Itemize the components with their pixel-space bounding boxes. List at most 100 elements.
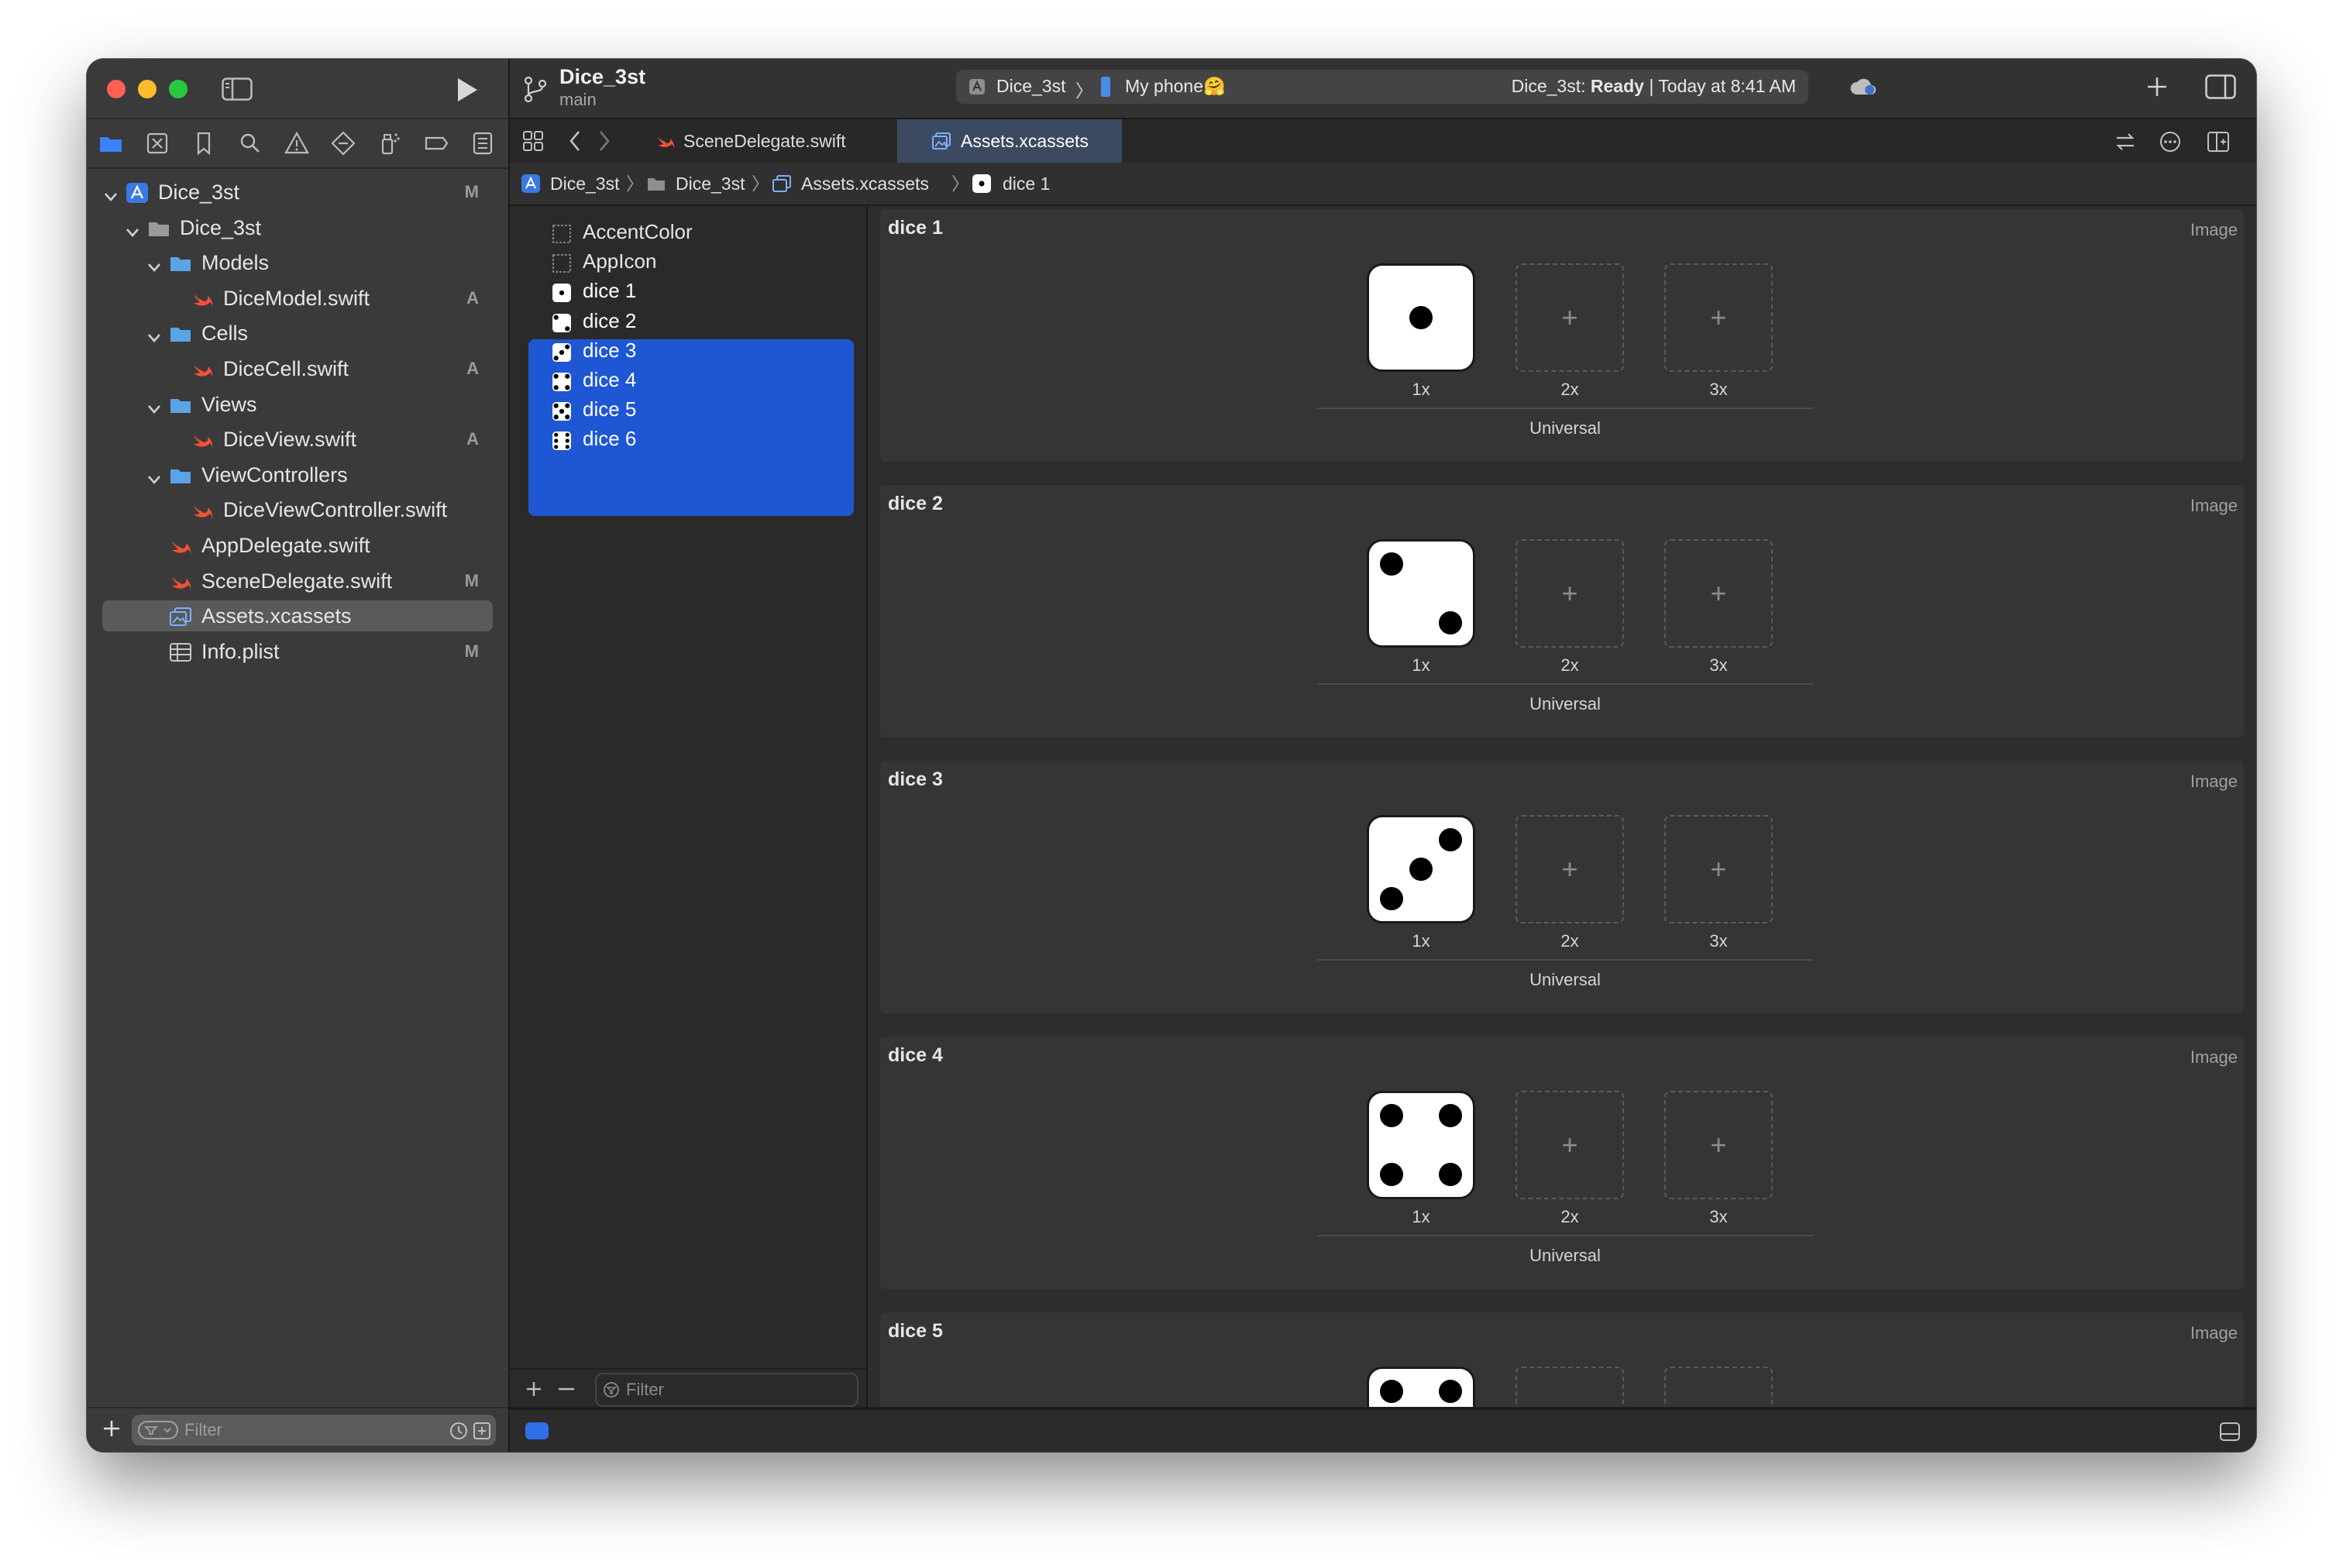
tab-scenedelegate[interactable]: SceneDelegate.swift (626, 119, 896, 163)
project-icon (126, 181, 149, 203)
sidebar-toggle-icon[interactable] (222, 77, 253, 101)
xcode-window: Dice_3st M Dice_3st Models DiceModel.swift A C… (87, 59, 2256, 1452)
tree-item[interactable]: DiceView.swift A (102, 424, 493, 455)
tree-item[interactable]: Info.plist M (102, 636, 493, 667)
report-icon[interactable] (470, 130, 496, 156)
issue-warning-icon[interactable] (284, 130, 310, 156)
asset-list-item[interactable]: dice 3 (528, 335, 854, 365)
scheme-selector[interactable]: Dice_3st (996, 76, 1065, 97)
minimize-window-button[interactable] (138, 80, 157, 98)
source-control-icon[interactable] (144, 130, 170, 156)
image-set[interactable]: dice 4 Image 1x +2x +3x Universal (880, 1037, 2244, 1289)
disclosure-chevron-icon[interactable] (102, 183, 119, 201)
tree-item[interactable]: ViewControllers (102, 459, 493, 490)
asset-list-item[interactable]: dice 2 (528, 306, 854, 335)
asset-filter-placeholder: Filter (626, 1380, 664, 1399)
idiom-divider (1317, 959, 1813, 961)
asset-list-item[interactable]: dice 1 (528, 276, 854, 305)
zoom-window-button[interactable] (169, 80, 188, 98)
tree-item[interactable]: Cells (102, 318, 493, 349)
debug-area-indicator[interactable] (525, 1422, 549, 1439)
tree-item[interactable]: Assets.xcassets (102, 600, 493, 632)
scale-label: 3x (1709, 931, 1728, 951)
disclosure-chevron-icon[interactable] (146, 395, 163, 414)
image-well-empty[interactable]: + (1664, 1091, 1773, 1199)
assets-icon (169, 605, 192, 627)
editor-options-icon[interactable] (2207, 130, 2230, 153)
navigator-filter-placeholder: Filter (184, 1420, 222, 1439)
breakpoint-icon[interactable] (423, 130, 449, 156)
back-chevron-icon[interactable] (566, 129, 584, 153)
asset-list-item[interactable]: AccentColor (528, 217, 854, 246)
navigator-filter-bar: Filter (87, 1407, 508, 1452)
asset-list-item[interactable]: dice 4 (528, 365, 854, 394)
recent-clock-icon[interactable] (449, 1422, 468, 1440)
asset-list-item-label: dice 6 (583, 427, 637, 451)
tree-item[interactable]: SceneDelegate.swift M (102, 566, 493, 597)
asset-list-item[interactable]: AppIcon (528, 246, 854, 276)
image-well-empty[interactable]: + (1516, 263, 1624, 372)
add-asset-plus-icon[interactable] (524, 1379, 544, 1399)
navigator-filter-field[interactable]: Filter (132, 1415, 496, 1446)
asset-list-item[interactable]: dice 5 (528, 394, 854, 424)
image-set-name: dice 3 (888, 769, 943, 790)
debug-area-toggle-icon[interactable] (2219, 1421, 2241, 1442)
scheme-separator: 〉 (1075, 81, 1093, 101)
cloud-status-icon[interactable] (1849, 77, 1878, 98)
image-well-filled[interactable] (1367, 1091, 1475, 1199)
status-project: Dice_3st: (1511, 76, 1586, 96)
run-play-icon[interactable] (451, 74, 482, 105)
disclosure-chevron-icon[interactable] (146, 466, 163, 484)
tree-item[interactable]: DiceModel.swift A (102, 283, 493, 314)
library-plus-icon[interactable] (2145, 74, 2169, 99)
disclosure-chevron-icon[interactable] (146, 324, 163, 343)
tree-item[interactable]: Dice_3st M (102, 177, 493, 208)
image-well-filled[interactable] (1367, 1367, 1475, 1407)
image-well-empty[interactable]: + (1516, 815, 1624, 923)
image-set[interactable]: dice 3 Image 1x +2x +3x Universal (880, 761, 2244, 1013)
disclosure-chevron-icon[interactable] (146, 253, 163, 273)
image-well-empty[interactable]: + (1516, 539, 1624, 648)
bookmark-icon[interactable] (191, 130, 217, 156)
image-set[interactable]: dice 1 Image 1x +2x +3x Universal (880, 209, 2244, 462)
swap-arrows-icon[interactable] (2114, 130, 2137, 153)
disclosure-chevron-icon[interactable] (124, 218, 141, 237)
remove-asset-minus-icon[interactable] (556, 1379, 576, 1399)
inspector-toggle-icon[interactable] (2205, 74, 2236, 99)
image-well-empty[interactable]: + (1664, 815, 1773, 923)
asset-list-item[interactable]: dice 6 (528, 424, 854, 453)
image-well-filled[interactable] (1367, 539, 1475, 648)
tree-item[interactable]: Views (102, 389, 493, 420)
project-navigator-folder-icon[interactable] (98, 130, 124, 156)
more-options-icon[interactable] (2159, 130, 2182, 153)
tree-item[interactable]: DiceViewController.swift (102, 494, 493, 525)
tree-item[interactable]: Models (102, 247, 493, 278)
close-window-button[interactable] (107, 80, 126, 98)
run-destination-selector[interactable]: My phone🤗 (1125, 76, 1226, 97)
tree-item[interactable]: DiceCell.swift A (102, 353, 493, 384)
tab-assets[interactable]: Assets.xcassets (897, 119, 1122, 163)
image-well-empty[interactable]: + (1664, 539, 1773, 648)
image-well-empty[interactable]: + (1516, 1091, 1624, 1199)
add-file-plus-icon[interactable] (101, 1418, 122, 1439)
debug-spray-icon[interactable] (377, 130, 403, 156)
asset-filter-field[interactable]: Filter (595, 1373, 858, 1407)
project-title[interactable]: Dice_3st (559, 65, 645, 89)
image-well-empty[interactable]: + (1664, 263, 1773, 372)
iphone-device-icon (1101, 77, 1110, 97)
related-items-grid-icon[interactable] (522, 130, 544, 152)
image-well-filled[interactable] (1367, 263, 1475, 372)
image-well-filled[interactable] (1367, 815, 1475, 923)
scm-filter-icon[interactable] (473, 1422, 491, 1440)
image-set[interactable]: dice 2 Image 1x +2x +3x Universal (880, 485, 2244, 738)
image-well-empty[interactable]: + (1516, 1367, 1624, 1407)
image-well-empty[interactable]: + (1664, 1367, 1773, 1407)
tree-item[interactable]: AppDelegate.swift (102, 530, 493, 561)
scale-label: 3x (1709, 380, 1728, 399)
search-icon[interactable] (237, 130, 263, 156)
tree-item[interactable]: Dice_3st (102, 212, 493, 243)
image-set[interactable]: dice 5Image1x+2x+3xUniversal (880, 1312, 2244, 1407)
test-diamond-icon[interactable] (330, 130, 356, 156)
asset-list-footer: Filter (510, 1368, 866, 1408)
forward-chevron-icon[interactable] (595, 129, 614, 153)
